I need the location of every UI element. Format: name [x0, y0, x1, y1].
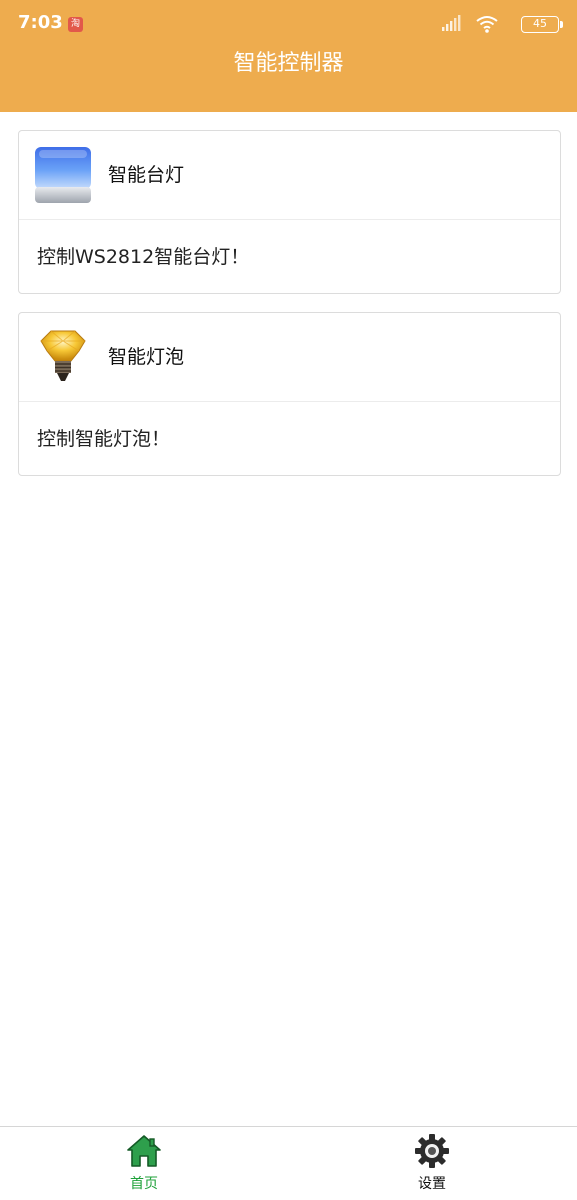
- battery-icon: 45: [521, 16, 563, 33]
- page-title: 智能控制器: [233, 51, 344, 76]
- card-description: 控制WS2812智能台灯！: [37, 246, 250, 268]
- light-bulb-icon: [40, 330, 86, 381]
- app-screen: 7:03 淘 45 智能控制器 智能台灯 控制WS2812智能台灯！ 智能灯泡 …: [0, 0, 577, 1200]
- status-time: 7:03: [18, 12, 63, 33]
- desk-lamp-icon: [35, 147, 91, 203]
- device-card-desk-lamp[interactable]: 智能台灯 控制WS2812智能台灯！: [18, 130, 561, 294]
- app-notification-badge: 淘: [68, 17, 83, 32]
- card-title: 智能灯泡: [108, 346, 185, 368]
- app-header: 7:03 淘 45 智能控制器: [0, 0, 577, 112]
- gear-icon: [415, 1134, 449, 1168]
- card-description: 控制智能灯泡！: [37, 428, 171, 450]
- signal-icon: [442, 15, 461, 31]
- wifi-icon: [476, 16, 498, 33]
- nav-tab-home[interactable]: 首页: [84, 1127, 204, 1200]
- bottom-navigation: 首页 设置: [0, 1126, 577, 1200]
- card-header: 智能台灯: [19, 131, 560, 220]
- battery-level: 45: [533, 17, 547, 30]
- nav-tab-settings[interactable]: 设置: [372, 1127, 492, 1200]
- card-header: 智能灯泡: [19, 313, 560, 402]
- card-title: 智能台灯: [108, 164, 185, 186]
- nav-label: 设置: [418, 1176, 446, 1192]
- nav-label: 首页: [130, 1176, 158, 1192]
- home-icon: [127, 1135, 161, 1167]
- device-card-light-bulb[interactable]: 智能灯泡 控制智能灯泡！: [18, 312, 561, 476]
